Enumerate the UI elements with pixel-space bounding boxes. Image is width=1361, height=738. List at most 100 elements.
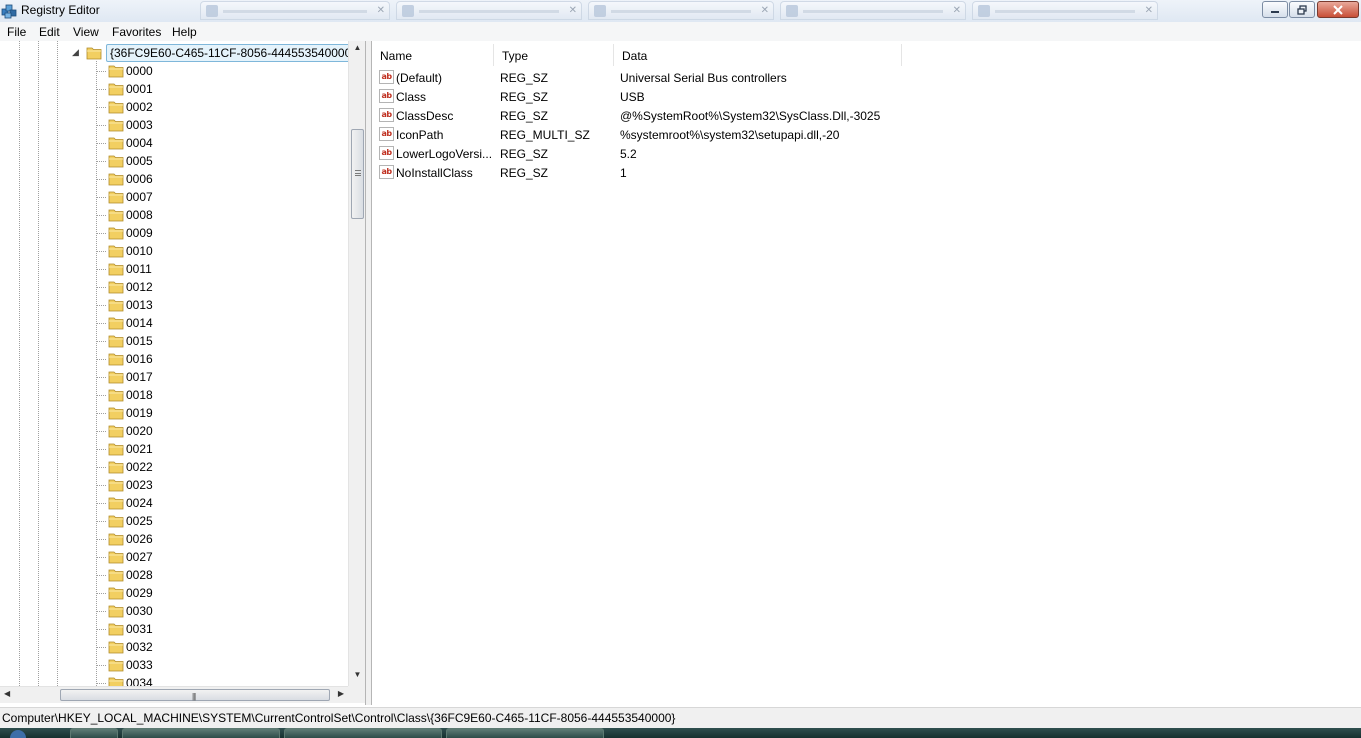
tree-item-label: 0033 <box>126 658 153 672</box>
tree-item-0020[interactable]: 0020 <box>96 422 336 440</box>
value-type: REG_SZ <box>500 147 549 161</box>
tree-item-0000[interactable]: 0000 <box>96 62 336 80</box>
taskbar-item[interactable] <box>122 728 280 738</box>
tree-connector <box>96 161 106 162</box>
folder-icon <box>108 640 124 654</box>
tree-item-0017[interactable]: 0017 <box>96 368 336 386</box>
background-window-tab[interactable]: ✕ <box>780 1 966 20</box>
tree-item-0014[interactable]: 0014 <box>96 314 336 332</box>
tree-item-0008[interactable]: 0008 <box>96 206 336 224</box>
background-window-tab[interactable]: ✕ <box>972 1 1158 20</box>
tree-item-0005[interactable]: 0005 <box>96 152 336 170</box>
tree-item-0007[interactable]: 0007 <box>96 188 336 206</box>
value-row[interactable]: ab (Default) REG_SZ Universal Serial Bus co… <box>372 68 1361 87</box>
tree-item-0025[interactable]: 0025 <box>96 512 336 530</box>
scroll-up-arrow-icon[interactable]: ▲ <box>349 43 365 57</box>
tree-connector <box>96 629 106 630</box>
tree-item-0006[interactable]: 0006 <box>96 170 336 188</box>
tree-item-0031[interactable]: 0031 <box>96 620 336 638</box>
background-window-tab[interactable]: ✕ <box>200 1 390 20</box>
tree-item-0010[interactable]: 0010 <box>96 242 336 260</box>
tree-item-0018[interactable]: 0018 <box>96 386 336 404</box>
tree-item-0004[interactable]: 0004 <box>96 134 336 152</box>
value-row[interactable]: ab LowerLogoVersi... REG_SZ 5.2 <box>372 144 1361 163</box>
menu-favorites[interactable]: Favorites <box>112 25 161 39</box>
menu-edit[interactable]: Edit <box>39 25 60 39</box>
background-window-tab[interactable]: ✕ <box>588 1 774 20</box>
value-data: 5.2 <box>620 147 637 161</box>
tree-connector <box>96 89 106 90</box>
menu-file[interactable]: File <box>7 25 26 39</box>
tree-item-0027[interactable]: 0027 <box>96 548 336 566</box>
tree-item-label: 0020 <box>126 424 153 438</box>
tree-item-0013[interactable]: 0013 <box>96 296 336 314</box>
tree-connector <box>96 575 106 576</box>
values-list-pane[interactable]: Name Type Data ab (Default) REG_SZ Universa… <box>371 41 1361 705</box>
taskbar-item[interactable] <box>70 728 118 738</box>
tree-item-0011[interactable]: 0011 <box>96 260 336 278</box>
tree-item-0001[interactable]: 0001 <box>96 80 336 98</box>
tree-item-0023[interactable]: 0023 <box>96 476 336 494</box>
scroll-left-arrow-icon[interactable]: ◀ <box>4 689 10 698</box>
tree-item-0009[interactable]: 0009 <box>96 224 336 242</box>
close-button[interactable] <box>1317 1 1359 18</box>
scrollbar-thumb[interactable] <box>351 129 364 219</box>
tree-selected-key-label[interactable]: {36FC9E60-C465-11CF-8056-444553540000} <box>106 44 360 62</box>
scroll-down-arrow-icon[interactable]: ▼ <box>349 670 365 684</box>
value-row[interactable]: ab ClassDesc REG_SZ @%SystemRoot%\System32\… <box>372 106 1361 125</box>
taskbar <box>0 728 1361 738</box>
tree-item-0019[interactable]: 0019 <box>96 404 336 422</box>
value-name: LowerLogoVersi... <box>396 147 492 161</box>
restore-button[interactable] <box>1289 1 1315 18</box>
value-row[interactable]: ab NoInstallClass REG_SZ 1 <box>372 163 1361 182</box>
close-icon <box>1333 4 1343 15</box>
taskbar-item[interactable] <box>446 728 604 738</box>
column-header-type[interactable]: Type <box>494 44 614 66</box>
key-tree-pane[interactable]: ◢ {36FC9E60-C465-11CF-8056-444553540000}… <box>0 41 366 705</box>
menu-bar: File Edit View Favorites Help <box>0 22 1361 41</box>
column-header-data[interactable]: Data <box>614 44 902 66</box>
start-orb-icon[interactable] <box>10 730 26 738</box>
registry-editor-icon <box>1 3 17 19</box>
tree-item-0015[interactable]: 0015 <box>96 332 336 350</box>
scroll-right-arrow-icon[interactable]: ▶ <box>338 689 344 698</box>
tree-connector <box>96 71 106 72</box>
tree-item-0028[interactable]: 0028 <box>96 566 336 584</box>
tree-item-0016[interactable]: 0016 <box>96 350 336 368</box>
tree-item-0029[interactable]: 0029 <box>96 584 336 602</box>
scrollbar-thumb[interactable]: ||| <box>60 689 330 701</box>
menu-view[interactable]: View <box>73 25 99 39</box>
restore-icon <box>1297 4 1307 15</box>
tree-item-0032[interactable]: 0032 <box>96 638 336 656</box>
tree-item-0022[interactable]: 0022 <box>96 458 336 476</box>
tree-vertical-scrollbar[interactable]: ▲ ▼ <box>348 41 365 686</box>
tree-connector <box>96 305 106 306</box>
folder-icon <box>108 496 124 510</box>
taskbar-item[interactable] <box>284 728 442 738</box>
tree-connector <box>96 431 106 432</box>
tree-connector <box>96 215 106 216</box>
tree-item-0021[interactable]: 0021 <box>96 440 336 458</box>
menu-help[interactable]: Help <box>172 25 197 39</box>
minimize-button[interactable] <box>1262 1 1288 18</box>
tree-item-0024[interactable]: 0024 <box>96 494 336 512</box>
tree-item-label: 0010 <box>126 244 153 258</box>
tree-horizontal-scrollbar[interactable]: ◀ ||| ▶ <box>0 686 348 703</box>
folder-icon <box>108 118 124 132</box>
folder-icon <box>108 424 124 438</box>
value-row[interactable]: ab IconPath REG_MULTI_SZ %systemroot%\syste… <box>372 125 1361 144</box>
tree-connector <box>96 233 106 234</box>
tree-item-0026[interactable]: 0026 <box>96 530 336 548</box>
folder-icon <box>108 262 124 276</box>
value-row[interactable]: ab Class REG_SZ USB <box>372 87 1361 106</box>
tree-selected-key[interactable]: ◢ {36FC9E60-C465-11CF-8056-444553540000} <box>72 44 360 62</box>
folder-icon <box>108 352 124 366</box>
tree-item-0002[interactable]: 0002 <box>96 98 336 116</box>
collapse-arrow-icon[interactable]: ◢ <box>72 47 79 58</box>
tree-item-0033[interactable]: 0033 <box>96 656 336 674</box>
column-header-name[interactable]: Name <box>372 44 494 66</box>
tree-item-0003[interactable]: 0003 <box>96 116 336 134</box>
tree-item-0030[interactable]: 0030 <box>96 602 336 620</box>
background-window-tab[interactable]: ✕ <box>396 1 582 20</box>
tree-item-0012[interactable]: 0012 <box>96 278 336 296</box>
